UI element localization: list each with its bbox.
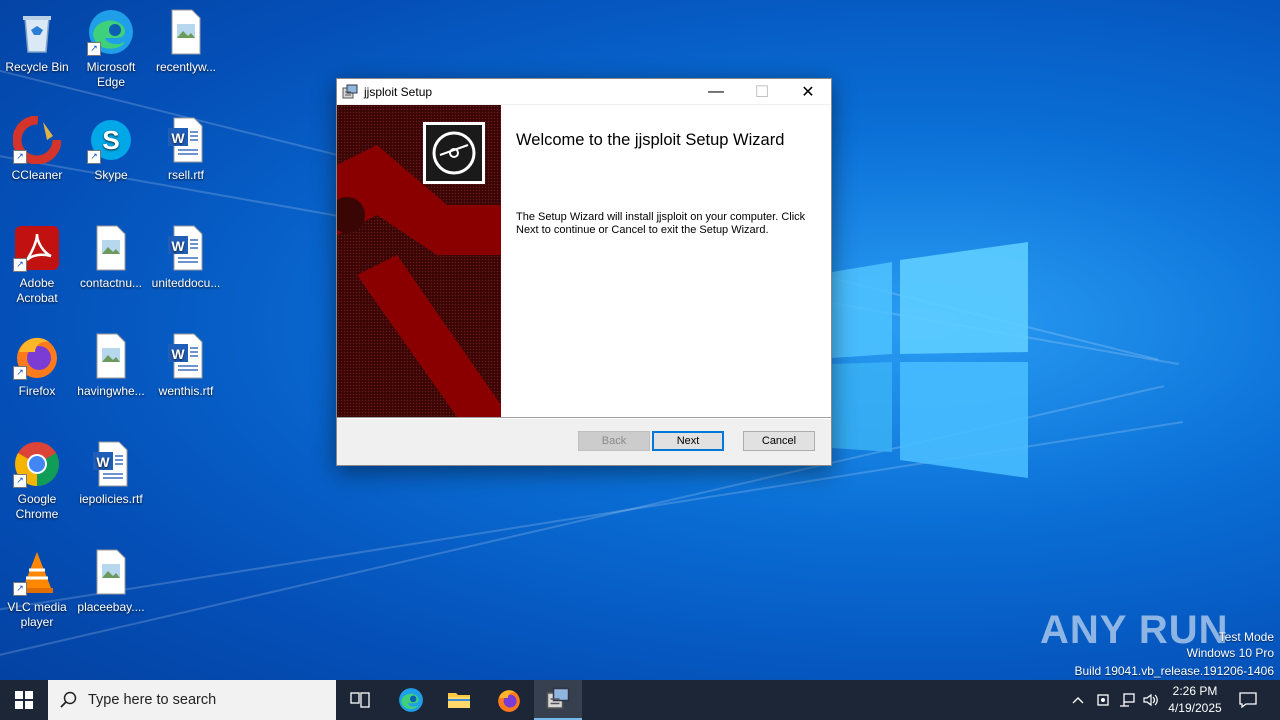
- word-doc-icon: W: [162, 116, 210, 164]
- next-button[interactable]: Next: [652, 431, 724, 451]
- cancel-button[interactable]: Cancel: [743, 431, 815, 451]
- build-info-text: Build 19041.vb_release.191206-1406: [1074, 664, 1275, 678]
- show-hidden-icons-button[interactable]: [1068, 680, 1088, 720]
- task-view-icon: [350, 692, 370, 708]
- maximize-icon: ☐: [754, 83, 770, 101]
- firefox-icon: ↗: [13, 332, 61, 380]
- close-button[interactable]: ✕: [785, 79, 831, 104]
- desktop-icon-placeebay[interactable]: placeebay....: [75, 548, 147, 615]
- taskbar-edge[interactable]: [387, 680, 435, 720]
- desktop-icon-havingwhe[interactable]: havingwhe...: [75, 332, 147, 399]
- folder-icon: [448, 693, 470, 708]
- chevron-up-icon: [1072, 697, 1084, 704]
- search-placeholder: Type here to search: [88, 692, 217, 708]
- image-file-icon: [87, 332, 135, 380]
- test-mode-text: Test Mode: [1218, 630, 1274, 644]
- desktop-icon-uniteddocu[interactable]: W uniteddocu...: [150, 224, 222, 291]
- windows-start-icon: [15, 691, 33, 709]
- desktop-icon-recentlyw[interactable]: recentlyw...: [150, 8, 222, 75]
- chrome-icon: ↗: [13, 440, 61, 488]
- recycle-bin-icon: [13, 8, 61, 56]
- taskbar-setup-installer[interactable]: [534, 680, 582, 720]
- desktop-icon-firefox[interactable]: ↗ Firefox: [1, 332, 73, 399]
- word-doc-icon: W: [162, 332, 210, 380]
- taskbar-file-explorer[interactable]: [435, 680, 483, 720]
- search-icon: [60, 691, 77, 708]
- desktop-icon-rsell[interactable]: W rsell.rtf: [150, 116, 222, 183]
- setup-window: jjsploit Setup — ☐ ✕ Welcome to the jjsp…: [336, 78, 832, 466]
- tray-network-button[interactable]: [1116, 680, 1138, 720]
- wizard-content: Welcome to the jjsploit Setup Wizard The…: [501, 105, 831, 417]
- svg-text:W: W: [96, 454, 110, 470]
- firefox-icon: [498, 690, 520, 712]
- window-title: jjsploit Setup: [364, 84, 433, 99]
- tray-volume-button[interactable]: [1140, 680, 1162, 720]
- wizard-banner-image: [337, 105, 501, 417]
- image-file-icon: [162, 8, 210, 56]
- network-icon: [1120, 693, 1135, 707]
- desktop-icon-wenthis[interactable]: W wenthis.rtf: [150, 332, 222, 399]
- device-icon: [1097, 694, 1109, 706]
- windows-logo-wallpaper: [832, 242, 1028, 478]
- desktop-icon-recycle-bin[interactable]: Recycle Bin: [1, 8, 73, 75]
- svg-text:W: W: [171, 130, 185, 146]
- edge-icon: [399, 688, 423, 712]
- image-file-icon: [87, 548, 135, 596]
- svg-text:W: W: [171, 346, 185, 362]
- task-view-button[interactable]: [336, 680, 384, 720]
- close-icon: ✕: [801, 83, 815, 101]
- desktop-icon-ccleaner[interactable]: ↗ CCleaner: [1, 115, 73, 183]
- skype-icon: S ↗: [87, 116, 135, 164]
- button-separator: [337, 417, 831, 419]
- taskbar-clock[interactable]: 2:26 PM 4/19/2025: [1160, 683, 1230, 717]
- action-center-button[interactable]: [1234, 680, 1262, 720]
- clock-time: 2:26 PM: [1172, 684, 1218, 698]
- vlc-icon: ↗: [13, 548, 61, 596]
- desktop-icon-google-chrome[interactable]: ↗ Google Chrome: [1, 440, 73, 522]
- desktop-icon-contactnu[interactable]: contactnu...: [75, 224, 147, 291]
- desktop-icon-iepolicies[interactable]: W iepolicies.rtf: [75, 440, 147, 507]
- installer-icon: [342, 84, 358, 98]
- word-doc-icon: W: [162, 224, 210, 272]
- minimize-button[interactable]: —: [693, 79, 739, 104]
- taskbar: Type here to search 2:26 PM 4/19/2025: [0, 680, 1280, 720]
- edge-icon: ↗: [87, 8, 135, 56]
- start-button[interactable]: [0, 680, 48, 720]
- ccleaner-icon: ↗: [12, 115, 62, 165]
- wizard-heading: Welcome to the jjsploit Setup Wizard: [516, 131, 785, 149]
- back-button[interactable]: Back: [578, 431, 650, 451]
- wizard-description: The Setup Wizard will install jjsploit o…: [516, 211, 806, 236]
- svg-text:S: S: [102, 125, 119, 155]
- desktop-icon-skype[interactable]: S ↗ Skype: [75, 116, 147, 183]
- windows-edition-text: Windows 10 Pro: [1186, 646, 1274, 660]
- image-file-icon: [87, 224, 135, 272]
- word-doc-icon: W: [87, 440, 135, 488]
- taskbar-search-box[interactable]: Type here to search: [48, 680, 336, 720]
- acrobat-icon: ↗: [13, 224, 61, 272]
- window-titlebar[interactable]: jjsploit Setup — ☐ ✕: [337, 79, 831, 104]
- speaker-icon: [1143, 693, 1158, 707]
- maximize-button[interactable]: ☐: [739, 79, 785, 104]
- installer-icon: [546, 687, 570, 709]
- desktop-icon-adobe-acrobat[interactable]: ↗ Adobe Acrobat: [1, 224, 73, 306]
- desktop-icon-microsoft-edge[interactable]: ↗ Microsoft Edge: [75, 8, 147, 90]
- clock-date: 4/19/2025: [1168, 701, 1222, 715]
- tray-device-button[interactable]: [1092, 680, 1114, 720]
- svg-text:W: W: [171, 238, 185, 254]
- desktop-icon-vlc[interactable]: ↗ VLC media player: [1, 548, 73, 630]
- minimize-icon: —: [708, 82, 724, 100]
- taskbar-firefox[interactable]: [485, 680, 533, 720]
- notification-icon: [1239, 692, 1257, 708]
